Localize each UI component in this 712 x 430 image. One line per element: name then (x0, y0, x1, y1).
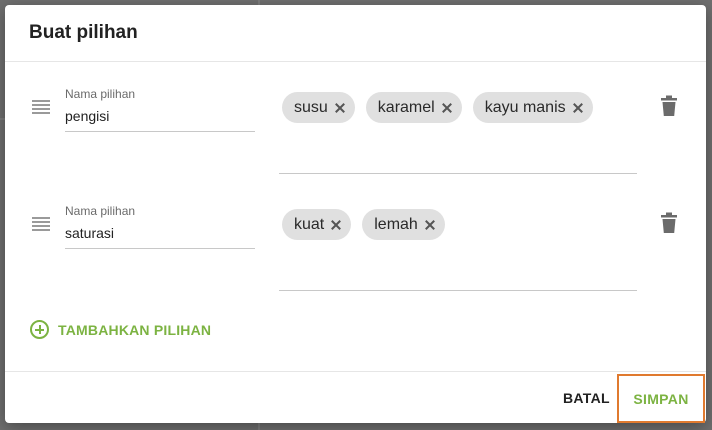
create-option-dialog: Buat pilihan Nama pilihan susu karamel k… (5, 5, 706, 423)
close-icon[interactable] (440, 101, 454, 115)
cancel-button[interactable]: BATAL (551, 378, 622, 418)
option-name-label: Nama pilihan (65, 204, 136, 218)
option-row: Nama pilihan kuat lemah (5, 179, 706, 291)
option-rows: Nama pilihan susu karamel kayu manis Nam… (5, 62, 706, 372)
option-name-field: Nama pilihan (65, 204, 255, 249)
value-chip: lemah (362, 209, 445, 240)
close-icon[interactable] (329, 218, 343, 232)
drag-handle-icon[interactable] (32, 100, 50, 114)
close-icon[interactable] (333, 101, 347, 115)
option-name-input[interactable] (65, 106, 255, 132)
dialog-footer: BATAL SIMPAN (5, 372, 706, 423)
option-name-label: Nama pilihan (65, 87, 136, 101)
dialog-title: Buat pilihan (29, 22, 138, 43)
value-chip: susu (282, 92, 355, 123)
dialog-header: Buat pilihan (5, 5, 706, 62)
value-chip-label: kayu manis (484, 98, 566, 116)
option-row: Nama pilihan susu karamel kayu manis (5, 62, 706, 174)
option-name-input[interactable] (65, 223, 255, 249)
option-name-field: Nama pilihan (65, 87, 255, 132)
close-icon[interactable] (423, 218, 437, 232)
add-option-label: TAMBAHKAN PILIHAN (58, 321, 212, 338)
trash-icon[interactable] (659, 95, 679, 117)
value-chip-label: kuat (294, 215, 325, 233)
value-chip-label: lemah (374, 215, 418, 233)
add-option-button[interactable]: TAMBAHKAN PILIHAN (30, 320, 211, 339)
plus-circle-icon (30, 320, 49, 339)
value-chip: kayu manis (472, 92, 593, 123)
value-chip-label: susu (294, 98, 328, 116)
value-chip: kuat (282, 209, 352, 240)
value-chip: karamel (365, 92, 462, 123)
option-values-list: susu karamel kayu manis (279, 92, 637, 123)
trash-icon[interactable] (659, 212, 679, 234)
close-icon[interactable] (571, 101, 585, 115)
option-values-field[interactable]: susu karamel kayu manis (279, 92, 637, 174)
option-values-list: kuat lemah (279, 209, 637, 240)
save-button[interactable]: SIMPAN (617, 374, 705, 423)
value-chip-label: karamel (377, 98, 435, 116)
drag-handle-icon[interactable] (32, 217, 50, 231)
option-values-field[interactable]: kuat lemah (279, 209, 637, 291)
